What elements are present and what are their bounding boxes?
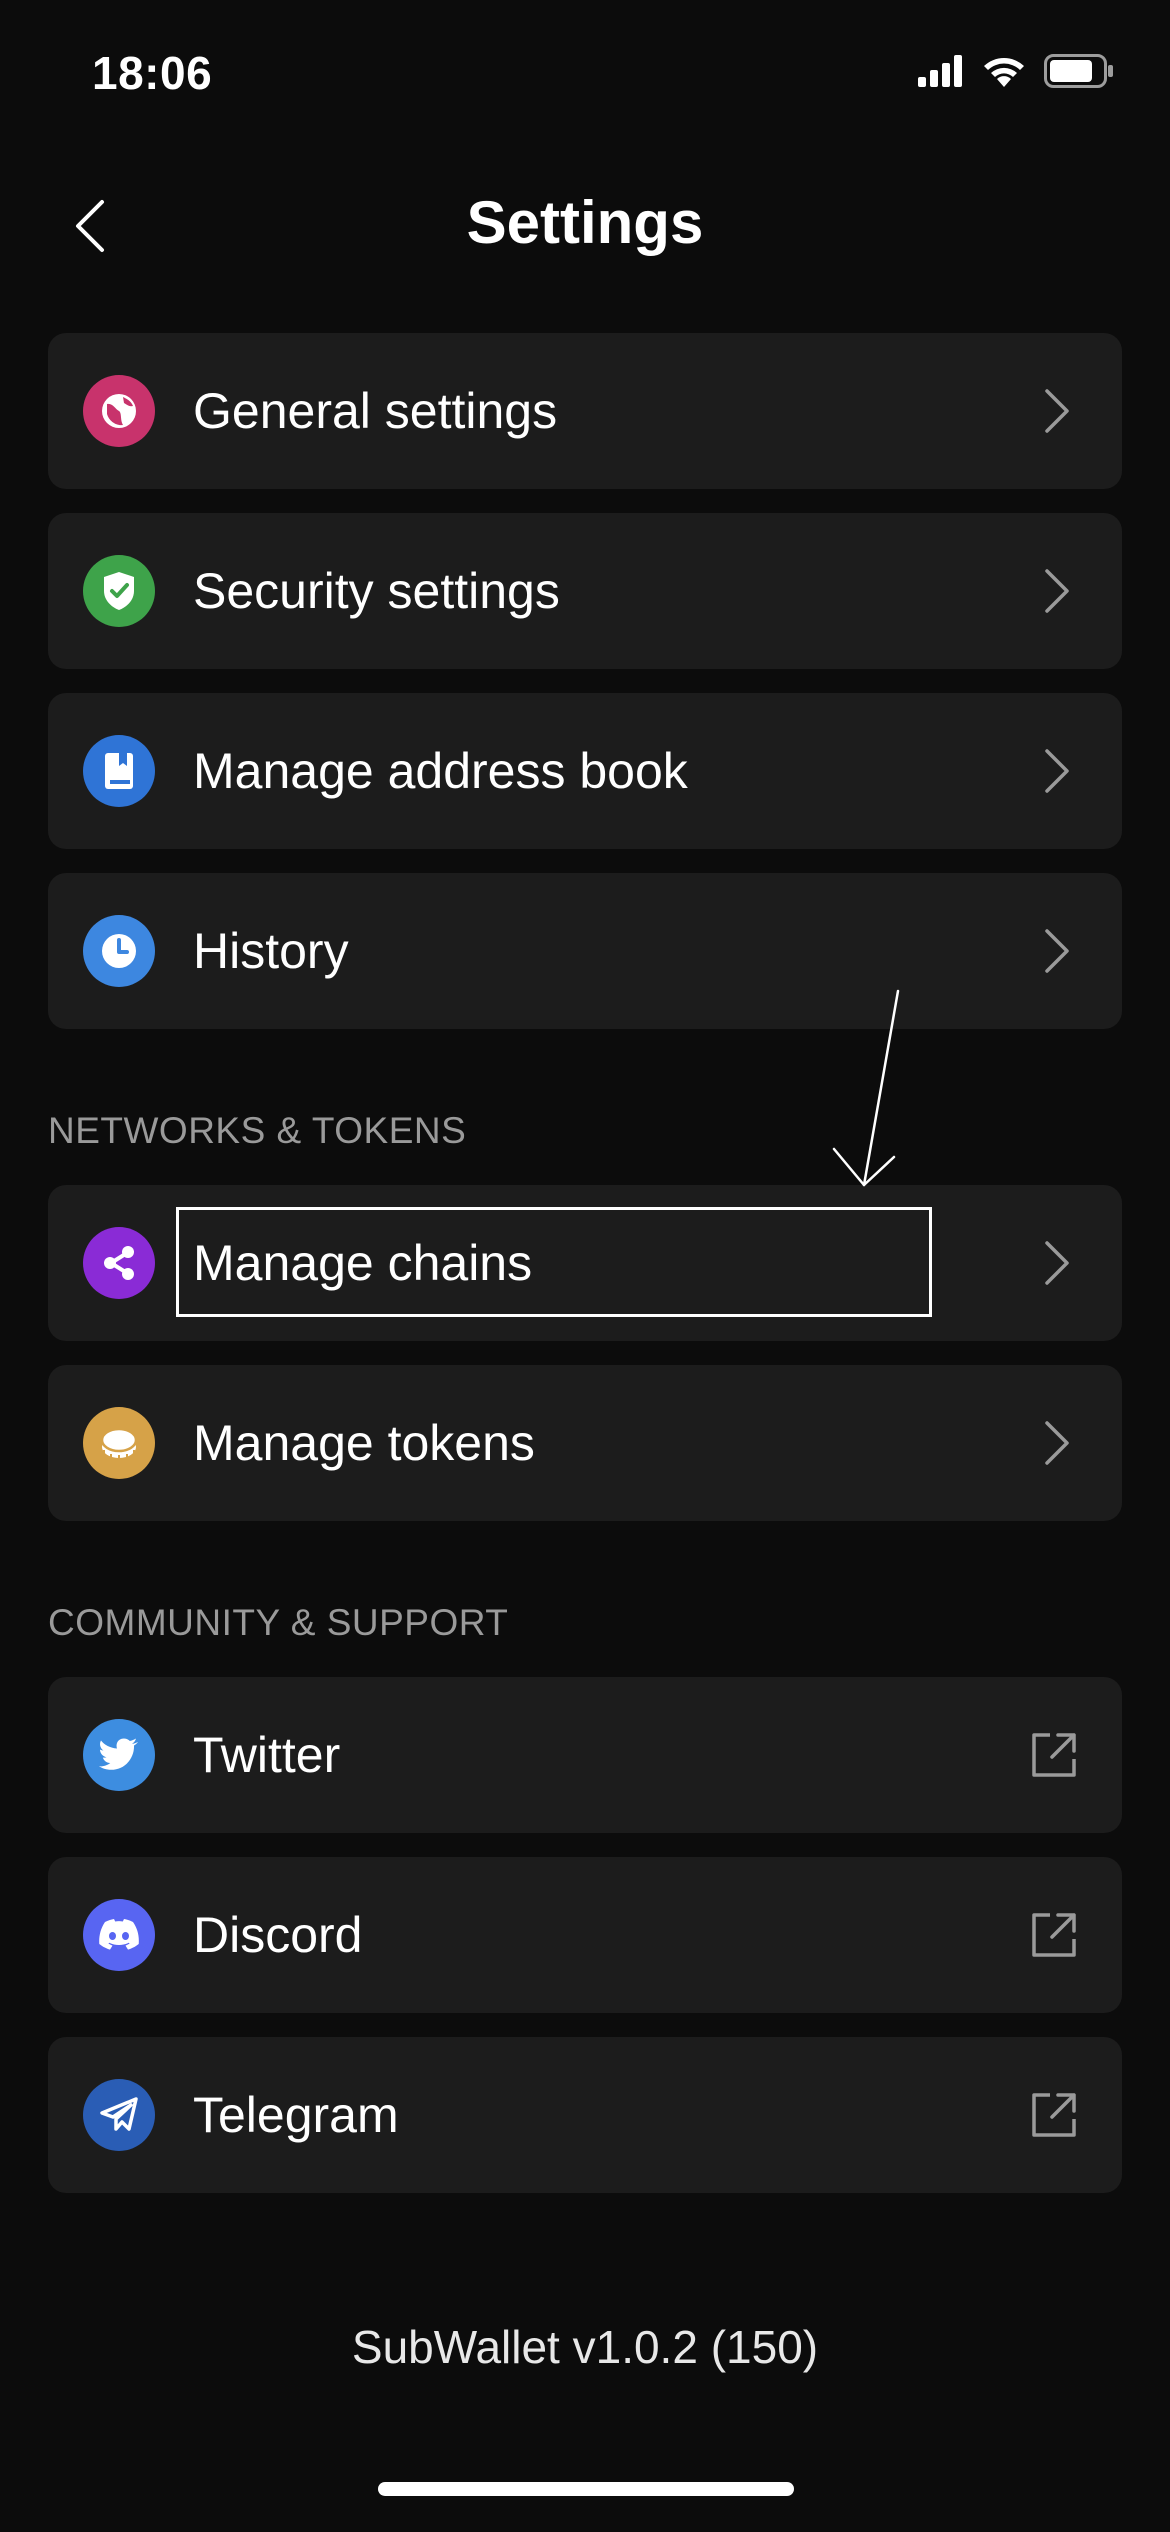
page-title: Settings <box>466 189 704 256</box>
security-settings-row[interactable]: Security settings <box>48 513 1122 669</box>
manage-tokens-row[interactable]: Manage tokens <box>48 1365 1122 1521</box>
globe-icon <box>83 375 155 447</box>
row-label: Discord <box>193 1907 363 1963</box>
discord-icon <box>83 1899 155 1971</box>
row-label: Twitter <box>193 1727 341 1783</box>
signal-icon <box>918 55 962 87</box>
section-header-networks: NETWORKS & TOKENS <box>48 1110 467 1151</box>
chevron-right-icon <box>1045 389 1069 433</box>
wifi-icon <box>984 58 1024 87</box>
row-label: Manage chains <box>193 1235 533 1291</box>
chevron-right-icon <box>1045 569 1069 613</box>
discord-row[interactable]: Discord <box>48 1857 1122 2013</box>
row-label: General settings <box>193 383 558 439</box>
book-icon <box>83 735 155 807</box>
row-label: Security settings <box>193 563 560 619</box>
address-book-row[interactable]: Manage address book <box>48 693 1122 849</box>
share-icon <box>83 1227 155 1299</box>
chevron-right-icon <box>1045 1421 1069 1465</box>
row-label: Manage tokens <box>193 1415 535 1471</box>
battery-icon <box>1044 54 1113 88</box>
general-settings-row[interactable]: General settings <box>48 333 1122 489</box>
row-label: Manage address book <box>193 743 688 799</box>
coin-icon <box>83 1407 155 1479</box>
history-row[interactable]: History <box>48 873 1122 1029</box>
nav-header: Settings <box>0 170 1170 280</box>
telegram-icon <box>83 2079 155 2151</box>
status-icons <box>918 54 1114 88</box>
home-indicator <box>378 2482 794 2496</box>
chevron-right-icon <box>1045 929 1069 973</box>
shield-check-icon <box>83 555 155 627</box>
status-bar: 18:06 <box>0 0 1170 150</box>
telegram-row[interactable]: Telegram <box>48 2037 1122 2193</box>
section-header-community: COMMUNITY & SUPPORT <box>48 1602 509 1643</box>
row-label: History <box>193 923 349 979</box>
chevron-right-icon <box>1045 749 1069 793</box>
twitter-icon <box>83 1719 155 1791</box>
external-link-icon <box>1032 1733 1076 1777</box>
status-time: 18:06 <box>92 47 213 99</box>
twitter-row[interactable]: Twitter <box>48 1677 1122 1833</box>
row-label: Telegram <box>193 2087 399 2143</box>
annotation-arrow <box>832 989 900 1187</box>
clock-icon <box>83 915 155 987</box>
chevron-right-icon <box>1045 1241 1069 1285</box>
app-version: SubWallet v1.0.2 (150) <box>351 2321 819 2373</box>
external-link-icon <box>1032 2093 1076 2137</box>
external-link-icon <box>1032 1913 1076 1957</box>
manage-chains-row[interactable]: Manage chains <box>48 1185 1122 1341</box>
